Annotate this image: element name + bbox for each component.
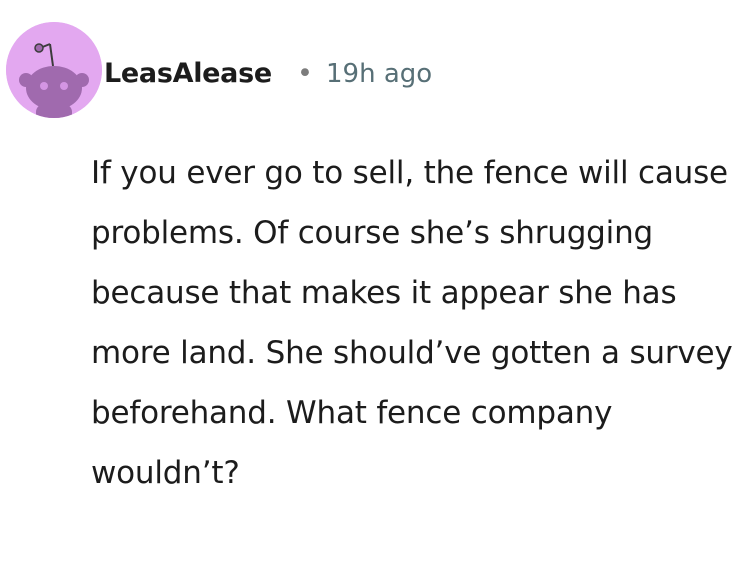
snoo-avatar-icon[interactable] (6, 22, 102, 118)
comment: LeasAlease • 19h ago If you ever go to s… (0, 0, 754, 566)
comment-timestamp[interactable]: 19h ago (326, 54, 432, 94)
author-username[interactable]: LeasAlease (104, 54, 272, 94)
snoo-avatar-graphic (6, 22, 102, 118)
comment-body: If you ever go to sell, the fence will c… (91, 155, 733, 491)
meta-separator: • (297, 58, 313, 89)
